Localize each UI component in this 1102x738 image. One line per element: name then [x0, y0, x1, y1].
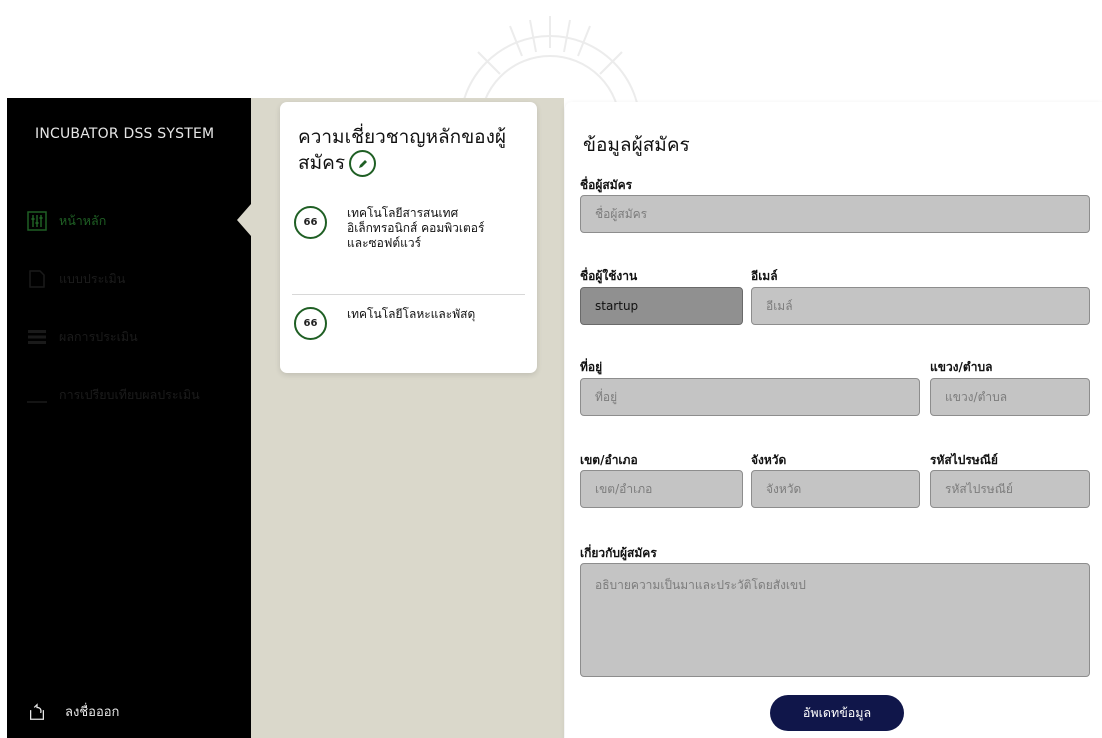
- sidebar-item-label: การเปรียบเทียบผลประเมิน: [59, 387, 200, 402]
- about-textarea[interactable]: [580, 563, 1090, 677]
- logout-icon: [27, 702, 47, 722]
- email-label: อีเมล์: [751, 269, 778, 283]
- expertise-card: ความเชี่ยวชาญหลักของผู้สมัคร 66 เทคโนโลย…: [280, 102, 537, 373]
- expertise-item-text: เทคโนโลยีโลหะและพัสดุ: [347, 307, 476, 321]
- sidebar-item-results[interactable]: ผลการประเมิน: [27, 325, 138, 349]
- postal-code-input[interactable]: [930, 470, 1090, 508]
- district-label: เขต/อำเภอ: [580, 453, 638, 467]
- edit-expertise-button[interactable]: [349, 150, 377, 177]
- sliders-icon: [27, 211, 47, 231]
- username-input[interactable]: [580, 287, 743, 325]
- sidebar-item-assessment[interactable]: แบบประเมิน: [27, 267, 125, 291]
- brand-title: INCUBATOR DSS SYSTEM: [35, 126, 215, 142]
- update-info-button[interactable]: อัพเดทข้อมูล: [770, 695, 904, 731]
- document-icon: [27, 269, 47, 289]
- sidebar-item-home[interactable]: หน้าหลัก: [27, 209, 106, 233]
- expertise-title-text: ความเชี่ยวชาญหลักของผู้สมัคร: [298, 126, 506, 174]
- province-input[interactable]: [751, 470, 920, 508]
- applicant-name-input[interactable]: [580, 195, 1090, 233]
- expertise-item-text: เทคโนโลยีสารสนเทศ อิเล็กทรอนิกส์ คอมพิวเ…: [347, 206, 485, 250]
- sidebar-item-label: แบบประเมิน: [59, 271, 126, 286]
- address-label: ที่อยู่: [580, 360, 603, 374]
- logout-button[interactable]: ลงชื่อออก: [27, 701, 119, 722]
- score-badge: 66: [294, 307, 327, 340]
- divider: [292, 294, 525, 295]
- expertise-title: ความเชี่ยวชาญหลักของผู้สมัคร: [298, 124, 533, 177]
- district-input[interactable]: [580, 470, 743, 508]
- province-label: จังหวัด: [751, 453, 787, 467]
- subdistrict-input[interactable]: [930, 378, 1090, 416]
- expertise-item: 66 เทคโนโลยีโลหะและพัสดุ: [294, 307, 477, 340]
- postal-code-label: รหัสไปรษณีย์: [930, 453, 998, 467]
- sidebar: INCUBATOR DSS SYSTEM หน้าหลัก แบบประเมิน: [7, 98, 251, 738]
- address-input[interactable]: [580, 378, 920, 416]
- about-label: เกี่ยวกับผู้สมัคร: [580, 546, 657, 560]
- username-label: ชื่อผู้ใช้งาน: [580, 269, 638, 283]
- active-pointer: [237, 204, 251, 236]
- sidebar-item-label: หน้าหลัก: [59, 213, 107, 228]
- sidebar-item-compare[interactable]: การเปรียบเทียบผลประเมิน: [27, 383, 200, 407]
- compare-icon: [27, 385, 47, 405]
- email-input[interactable]: [751, 287, 1090, 325]
- list-icon: [27, 327, 47, 347]
- applicant-name-label: ชื่อผู้สมัคร: [580, 178, 633, 192]
- applicant-form-card: ข้อมูลผู้สมัคร ชื่อผู้สมัคร ชื่อผู้ใช้งา…: [565, 102, 1102, 738]
- expertise-item: 66 เทคโนโลยีสารสนเทศ อิเล็กทรอนิกส์ คอมพ…: [294, 206, 497, 251]
- form-title: ข้อมูลผู้สมัคร: [583, 134, 690, 156]
- score-badge: 66: [294, 206, 327, 239]
- pencil-icon: [358, 159, 367, 168]
- subdistrict-label: แขวง/ตำบล: [930, 360, 993, 374]
- logout-label: ลงชื่อออก: [65, 705, 120, 720]
- sidebar-item-label: ผลการประเมิน: [59, 329, 138, 344]
